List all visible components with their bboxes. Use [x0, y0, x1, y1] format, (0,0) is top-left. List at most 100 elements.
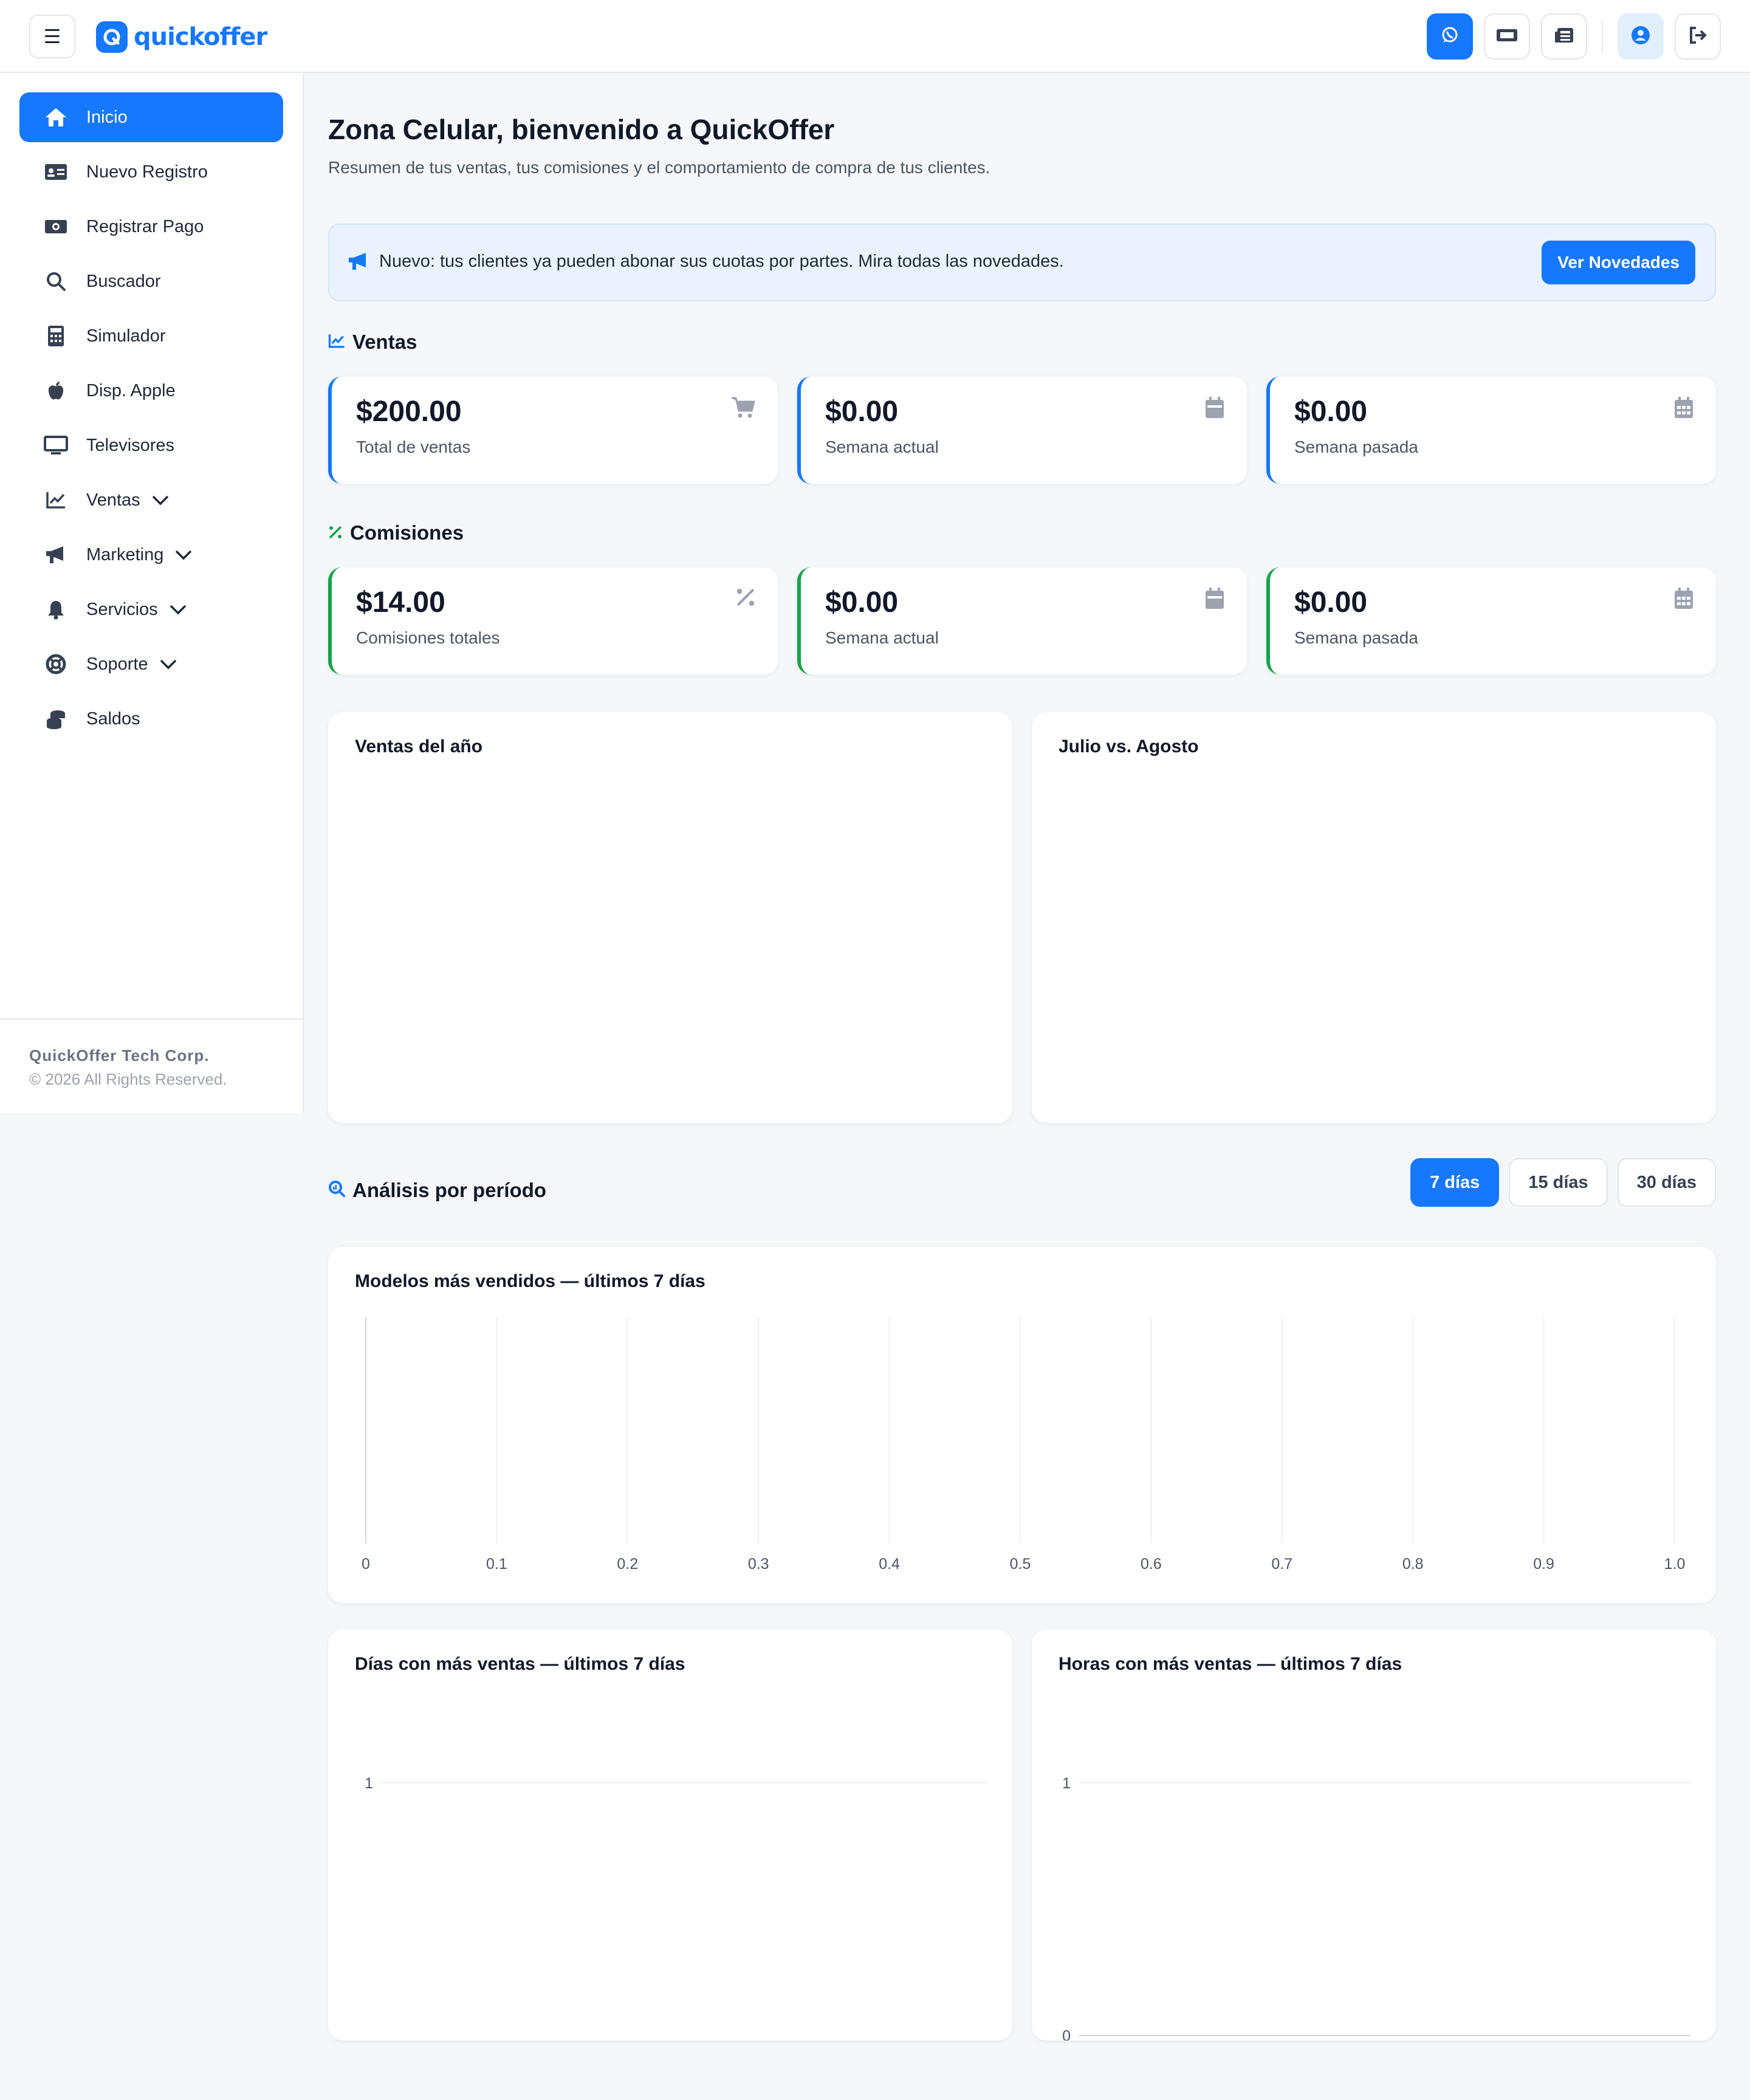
- sidebar-item-label: Servicios: [86, 599, 158, 619]
- chart-line-icon: [44, 488, 68, 512]
- news-button[interactable]: [1541, 13, 1587, 60]
- chart-julio-vs-agosto: Julio vs. Agosto $0$0.1$0.2$0.3$0.4$0.5$…: [1032, 712, 1716, 1123]
- chart-canvas: 01LunMarMiéJueVieSábDom: [365, 1775, 987, 1792]
- stat-label: Semana actual: [825, 628, 939, 647]
- whatsapp-button[interactable]: [1427, 13, 1473, 60]
- logo-text: quickoffer: [134, 23, 267, 51]
- stat-label: Semana pasada: [1294, 628, 1418, 647]
- sidebar-item-label: Disp. Apple: [86, 380, 176, 400]
- stat-label: Total de ventas: [356, 437, 471, 456]
- period-7-dias-button[interactable]: 7 días: [1410, 1158, 1500, 1207]
- apple-icon: [44, 379, 68, 403]
- x-tick-label: 0.4: [879, 1556, 900, 1573]
- sidebar-item-simulador[interactable]: Simulador: [19, 311, 283, 361]
- analisis-heading: Análisis por período: [328, 1179, 546, 1202]
- sidebar-item-registrar-pago[interactable]: Registrar Pago: [19, 202, 283, 252]
- calendar-icon: [1204, 396, 1225, 422]
- stat-value: $200.00: [356, 396, 462, 428]
- lifebuoy-icon: [44, 652, 68, 676]
- period-15-dias-button[interactable]: 15 días: [1509, 1158, 1608, 1207]
- percent-icon: [328, 521, 343, 544]
- news-banner: Nuevo: tus clientes ya pueden abonar sus…: [328, 224, 1716, 301]
- sidebar-item-televisores[interactable]: Televisores: [19, 420, 283, 470]
- ticket-icon: [1495, 26, 1518, 47]
- ticket-button[interactable]: [1484, 13, 1530, 60]
- top-bar: ☰ quickoffer: [0, 0, 1750, 73]
- y-tick-label: 1: [365, 1775, 373, 1792]
- tv-icon: [44, 433, 68, 458]
- logout-icon: [1687, 25, 1708, 49]
- sidebar-item-ventas[interactable]: Ventas: [19, 475, 283, 525]
- sidebar-item-marketing[interactable]: Marketing: [19, 530, 283, 580]
- company-name: QuickOffer Tech Corp.: [29, 1046, 210, 1065]
- ventas-heading: Ventas: [328, 331, 417, 354]
- chart-line-icon: [328, 331, 345, 354]
- sidebar-item-label: Saldos: [86, 709, 140, 729]
- chart-canvas: 0 0.1 0.2 0.3 0.4 0.5 0.6 0.7 0.8 0.9 1.0: [362, 1317, 1686, 1573]
- calendar-icon: [1204, 587, 1225, 613]
- sidebar-item-label: Inicio: [86, 107, 128, 127]
- x-tick-label: 0.1: [486, 1556, 507, 1573]
- stat-value: $0.00: [825, 396, 899, 428]
- x-tick-label: 1.0: [1664, 1556, 1686, 1573]
- sidebar-nav: Inicio Nuevo Registro Registrar Pago Bus…: [0, 73, 303, 744]
- stat-card-semana-actual: $0.00 Semana actual: [797, 377, 1247, 484]
- chart-canvas: $0$0.1$0.2$0.3$0.4$0.5$0.6$0.7$0.8$0.9$1…: [1032, 712, 1716, 1123]
- bell-icon: [44, 597, 68, 622]
- period-30-dias-button[interactable]: 30 días: [1617, 1158, 1716, 1207]
- profile-button[interactable]: [1618, 13, 1664, 60]
- page-subtitle: Resumen de tus ventas, tus comisiones y …: [328, 158, 990, 177]
- x-tick-label: 0.7: [1271, 1556, 1292, 1573]
- search-icon: [44, 269, 68, 293]
- calendar-grid-icon: [1673, 587, 1694, 613]
- sidebar-item-label: Soporte: [86, 654, 148, 674]
- x-tick-label: 0.9: [1533, 1556, 1554, 1573]
- logo[interactable]: quickoffer: [96, 18, 267, 56]
- chevron-down-icon[interactable]: [151, 494, 170, 506]
- y-tick-label: 0: [1062, 2028, 1071, 2040]
- stat-label: Comisiones totales: [356, 628, 500, 647]
- sidebar-item-soporte[interactable]: Soporte: [19, 639, 283, 689]
- home-icon: [44, 105, 68, 129]
- ver-novedades-button[interactable]: Ver Novedades: [1542, 241, 1695, 284]
- stat-card-comisiones-totales: $14.00 Comisiones totales: [328, 568, 778, 674]
- stat-value: $0.00: [1294, 396, 1368, 428]
- sidebar-footer: QuickOffer Tech Corp. © 2026 All Rights …: [0, 1018, 303, 1089]
- megaphone-icon: [348, 252, 369, 274]
- logout-button[interactable]: [1675, 13, 1721, 60]
- sidebar-item-saldos[interactable]: Saldos: [19, 694, 283, 744]
- section-title: Comisiones: [350, 521, 464, 544]
- section-title: Análisis por período: [352, 1179, 547, 1201]
- sidebar-item-label: Buscador: [86, 271, 161, 291]
- sidebar: Inicio Nuevo Registro Registrar Pago Bus…: [0, 73, 304, 1113]
- chart-canvas: $0$0.1$0.2$0.3$0.4$0.5$0.6$0.7$0.8$0.9$1…: [328, 712, 1012, 1123]
- sidebar-item-servicios[interactable]: Servicios: [19, 585, 283, 634]
- x-tick-label: 0.5: [1010, 1556, 1031, 1573]
- sidebar-item-inicio[interactable]: Inicio: [19, 92, 283, 142]
- section-title: Ventas: [352, 331, 417, 353]
- stat-value: $0.00: [1294, 586, 1368, 619]
- chart-ventas-del-ano: Ventas del año $0$0.1$0.2$0.3$0.4$0.5$0.…: [328, 712, 1012, 1123]
- chart-canvas: 017 AM8 AM9 AM10 AM11 AM12 PM1 PM2 PM3 P…: [1062, 1775, 1690, 2040]
- chevron-down-icon[interactable]: [159, 658, 177, 670]
- stat-card-comisiones-semana-actual: $0.00 Semana actual: [797, 568, 1247, 674]
- sidebar-item-nuevo-registro[interactable]: Nuevo Registro: [19, 147, 283, 197]
- calendar-grid-icon: [1673, 396, 1694, 422]
- menu-toggle-button[interactable]: ☰: [29, 15, 75, 58]
- chevron-down-icon[interactable]: [169, 603, 187, 616]
- megaphone-icon: [44, 543, 68, 567]
- sidebar-item-label: Simulador: [86, 326, 166, 346]
- user-circle-icon: [1630, 25, 1651, 49]
- stat-card-total-ventas: $200.00 Total de ventas: [328, 377, 778, 484]
- sidebar-item-buscador[interactable]: Buscador: [19, 256, 283, 306]
- cart-icon: [730, 396, 756, 422]
- x-tick-label: 0.3: [748, 1556, 769, 1573]
- calculator-icon: [44, 324, 68, 348]
- money-icon: [44, 214, 68, 239]
- y-tick-label: 1: [1062, 1775, 1071, 1792]
- stat-value: $0.00: [825, 586, 899, 619]
- chevron-down-icon[interactable]: [174, 549, 193, 561]
- logo-mark-icon: [96, 21, 128, 53]
- sidebar-item-disp-apple[interactable]: Disp. Apple: [19, 366, 283, 416]
- x-tick-label: 0.2: [617, 1556, 638, 1573]
